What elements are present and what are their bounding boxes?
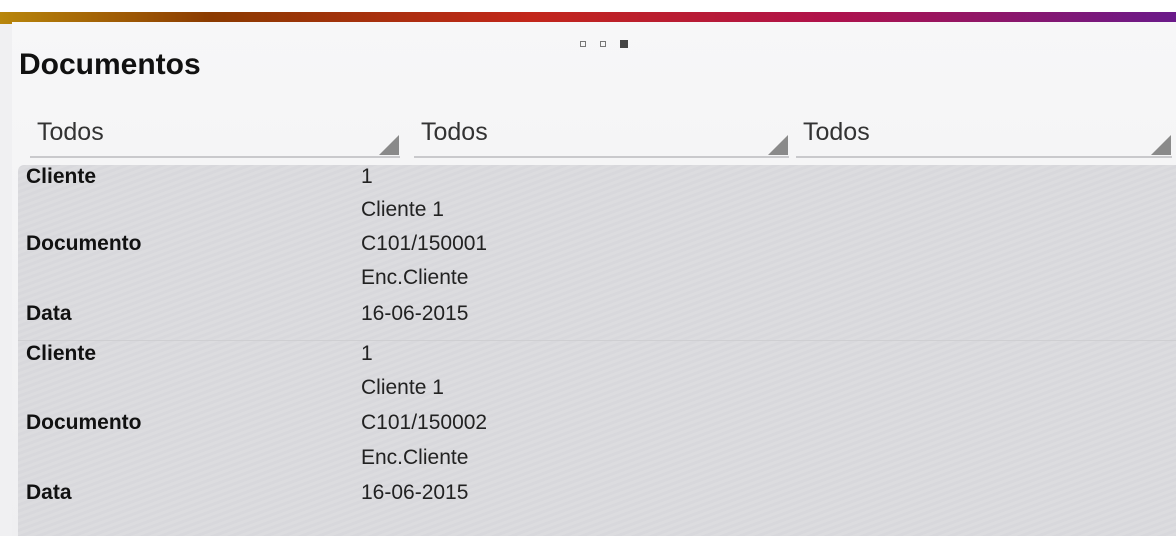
data-row: Data 16-06-2015: [18, 481, 1176, 511]
data-label: Data: [26, 481, 72, 504]
documento-number: C101/150002: [361, 411, 488, 434]
cliente-code: 1: [361, 165, 373, 188]
documento-type: Enc.Cliente: [361, 266, 469, 289]
dropdown-triangle-icon: [768, 135, 788, 155]
documento-type-row: Enc.Cliente: [18, 446, 1176, 476]
documento-label: Documento: [26, 411, 142, 434]
cliente-name: Cliente 1: [361, 198, 444, 221]
cliente-label: Cliente: [26, 165, 97, 188]
dropdown-triangle-icon: [379, 135, 399, 155]
documento-label: Documento: [26, 232, 142, 255]
filter-3-value: Todos: [803, 118, 870, 146]
documento-row: Documento C101/150001: [18, 232, 1176, 261]
documento-number: C101/150001: [361, 232, 488, 255]
page-dot-2[interactable]: [600, 41, 606, 47]
page-dot-3-active[interactable]: [620, 40, 628, 48]
cliente-name-row: Cliente 1: [18, 376, 1176, 406]
filter-2-value: Todos: [421, 118, 488, 146]
filter-1-value: Todos: [37, 118, 104, 146]
data-label: Data: [26, 302, 72, 325]
filter-spinner-1[interactable]: Todos: [30, 118, 400, 158]
data-value: 16-06-2015: [361, 481, 469, 504]
cliente-code: 1: [361, 342, 373, 365]
data-row: Data 16-06-2015: [18, 302, 1176, 331]
page-title: Documentos: [19, 48, 201, 81]
documento-type-row: Enc.Cliente: [18, 266, 1176, 296]
top-bar-white: [0, 0, 1176, 12]
cliente-name-row: Cliente 1: [18, 198, 1176, 228]
list-item[interactable]: Cliente 1 Cliente 1 Documento C101/15000…: [18, 340, 1176, 516]
dropdown-triangle-icon: [1151, 135, 1171, 155]
documento-type: Enc.Cliente: [361, 446, 469, 469]
data-value: 16-06-2015: [361, 302, 469, 325]
page-indicator: [580, 40, 628, 48]
filter-spinner-3[interactable]: Todos: [796, 118, 1172, 158]
list-item[interactable]: Cliente 1 Cliente 1 Documento C101/15000…: [18, 165, 1176, 340]
documento-row: Documento C101/150002: [18, 411, 1176, 441]
documents-list[interactable]: Cliente 1 Cliente 1 Documento C101/15000…: [18, 165, 1176, 536]
page-dot-1[interactable]: [580, 41, 586, 47]
cliente-label: Cliente: [26, 342, 97, 365]
cliente-name: Cliente 1: [361, 376, 444, 399]
filter-spinner-2[interactable]: Todos: [414, 118, 789, 158]
cliente-row: Cliente 1: [18, 342, 1176, 372]
